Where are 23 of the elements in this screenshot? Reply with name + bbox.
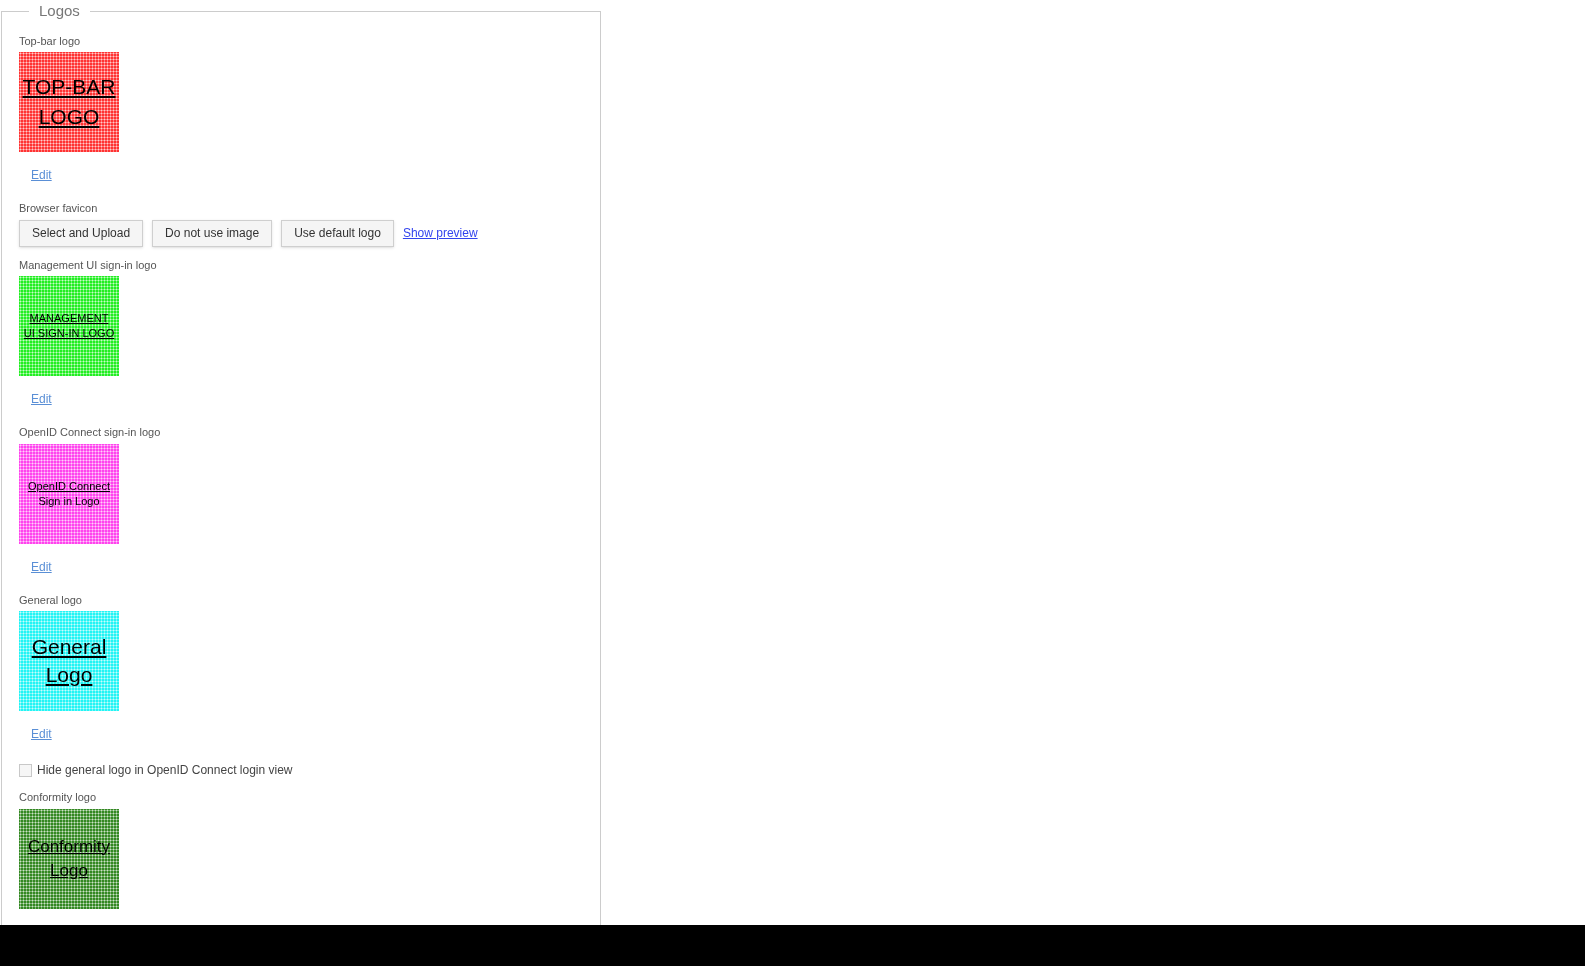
- action-button[interactable]: Use default logo: [281, 219, 394, 247]
- logo-text: General: [31, 634, 107, 660]
- panel-legend: Logos: [29, 0, 90, 23]
- action-button[interactable]: Do not use image: [152, 219, 273, 247]
- field-label: General logo: [19, 592, 83, 608]
- field-label: Conformity logo: [19, 790, 98, 805]
- preview-link[interactable]: Show preview: [402, 224, 478, 242]
- logo-text: OpenID Connect: [28, 478, 110, 494]
- field-label: OpenID Connect sign-in logo: [19, 425, 162, 440]
- logo-text: MANAGEMENT: [29, 311, 109, 326]
- field-label: Management UI sign-in logo: [19, 257, 158, 273]
- logo-text: LOGO: [38, 104, 100, 130]
- checkbox[interactable]: [19, 763, 32, 777]
- logo-text: UI SIGN-IN LOGO: [23, 326, 115, 341]
- logo-text: Logo: [45, 662, 93, 688]
- logo-text: TOP-BAR: [22, 74, 116, 100]
- logo-text: Sign in Logo: [38, 493, 100, 509]
- field-label: Top-bar logo: [19, 33, 82, 49]
- logo-text: Conformity: [27, 835, 111, 858]
- checkbox-label: Hide general logo in OpenID Connect login view: [37, 762, 293, 779]
- action-button[interactable]: Select and Upload: [19, 219, 144, 247]
- logo-text: Logo: [50, 859, 88, 882]
- field-label: Browser favicon: [19, 201, 99, 216]
